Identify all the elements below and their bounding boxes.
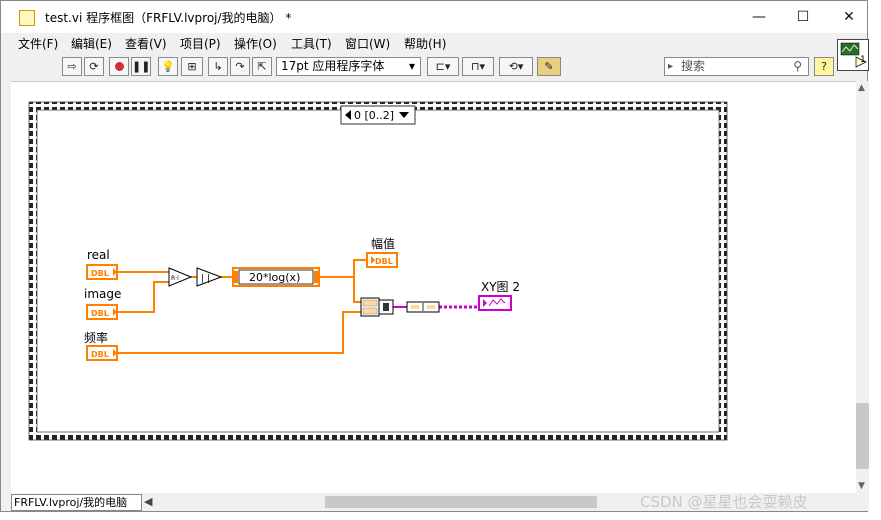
menu-edit[interactable]: 编辑(E) — [71, 35, 112, 52]
scroll-down-icon[interactable]: ▼ — [858, 481, 865, 491]
svg-text:R·i: R·i — [171, 275, 179, 282]
title-bar[interactable]: test.vi 程序框图（FRFLV.lvproj/我的电脑） * — ☐ ✕ — [1, 1, 867, 33]
absolute-value-node[interactable]: | | — [196, 267, 223, 287]
label-image: image — [84, 287, 122, 301]
indicator-mag[interactable]: DBL — [366, 252, 398, 268]
label-real: real — [87, 248, 110, 262]
wire-db — [319, 276, 361, 303]
step-over-icon[interactable]: ↷ — [230, 57, 250, 76]
menu-view[interactable]: 查看(V) — [125, 35, 167, 52]
terminal-real[interactable]: DBL — [86, 264, 118, 280]
vi-icon — [19, 10, 35, 26]
font-select-value: 17pt 应用程序字体 — [281, 59, 385, 73]
reorder-icon[interactable]: ⟲▾ — [499, 57, 533, 76]
svg-text:| |: | | — [201, 274, 210, 284]
block-diagram[interactable]: DBL DBL DBL R·i | | 20*log(x) DBL 0 [0..… — [11, 81, 856, 494]
context-label: FRFLV.lvproj/我的电脑 — [11, 494, 142, 511]
vertical-scrollbar[interactable]: ▲ ▼ — [856, 81, 869, 493]
step-out-icon[interactable]: ⇱ — [252, 57, 272, 76]
align-objects-icon[interactable]: ⊏▾ — [427, 57, 459, 76]
sequence-selector[interactable]: 0 [0..2] — [340, 105, 416, 125]
highlight-execution-icon[interactable]: 💡 — [158, 57, 178, 76]
toolbar: ⇨ ⟳ ❚❚ 💡 ⊞ ↳ ↷ ⇱ 17pt 应用程序字体 ▾ ⊏▾ ⊓▾ ⟲▾ ✎… — [1, 54, 834, 80]
search-icon[interactable]: ⚲ — [793, 58, 802, 75]
menu-bar: 文件(F) 编辑(E) 查看(V) 项目(P) 操作(O) 工具(T) 窗口(W… — [1, 33, 833, 53]
watermark: CSDN @星星也会耍赖皮 — [640, 493, 808, 511]
retain-wire-values-icon[interactable]: ⊞ — [181, 57, 203, 76]
font-select[interactable]: 17pt 应用程序字体 ▾ — [276, 57, 421, 76]
maximize-button[interactable]: ☐ — [789, 7, 817, 27]
distribute-objects-icon[interactable]: ⊓▾ — [462, 57, 494, 76]
terminal-freq-type: DBL — [91, 350, 109, 359]
run-arrow-icon[interactable]: ⇨ — [62, 57, 82, 76]
abort-icon[interactable] — [109, 57, 129, 76]
chevron-down-icon: ▾ — [408, 59, 415, 73]
bundle-node[interactable] — [360, 297, 394, 317]
window-title: test.vi 程序框图（FRFLV.lvproj/我的电脑） * — [45, 11, 292, 25]
terminal-image[interactable]: DBL — [86, 304, 118, 320]
terminal-real-type: DBL — [91, 269, 109, 278]
search-placeholder: 搜索 — [681, 59, 706, 73]
pause-icon[interactable]: ❚❚ — [131, 57, 151, 76]
minimize-button[interactable]: — — [745, 7, 773, 27]
menu-operate[interactable]: 操作(O) — [234, 35, 277, 52]
label-freq: 频率 — [84, 331, 109, 345]
block-diagram-svg: DBL DBL DBL R·i | | 20*log(x) DBL 0 [0..… — [28, 101, 728, 441]
terminal-freq[interactable]: DBL — [86, 345, 118, 361]
menu-help[interactable]: 帮助(H) — [404, 35, 446, 52]
formula-text: 20*log(x) — [249, 271, 300, 284]
labview-window: test.vi 程序框图（FRFLV.lvproj/我的电脑） * — ☐ ✕ … — [0, 0, 869, 512]
label-mag: 幅值 — [371, 237, 396, 251]
build-array-node[interactable] — [406, 301, 440, 313]
re-im-to-complex-node[interactable]: R·i — [168, 267, 193, 287]
connector-pane-icon[interactable]: 1 — [837, 39, 869, 71]
terminal-image-type: DBL — [91, 309, 109, 318]
wire-image — [117, 281, 169, 313]
formula-node[interactable]: 20*log(x) — [232, 267, 320, 287]
horizontal-scroll-thumb[interactable] — [325, 496, 597, 508]
search-input[interactable]: 搜索 ▸ ⚲ — [664, 57, 809, 76]
help-button[interactable]: ? — [814, 57, 834, 76]
menu-file[interactable]: 文件(F) — [18, 35, 58, 52]
clean-up-diagram-icon[interactable]: ✎ — [537, 57, 561, 76]
wire-mag — [353, 259, 367, 277]
menu-tools[interactable]: 工具(T) — [291, 35, 332, 52]
wire-freq — [117, 311, 361, 354]
step-into-icon[interactable]: ↳ — [208, 57, 228, 76]
menu-project[interactable]: 项目(P) — [180, 35, 221, 52]
label-xy-graph: XY图 2 — [481, 280, 521, 294]
run-continuously-icon[interactable]: ⟳ — [84, 57, 104, 76]
selector-icon: ▸ — [668, 61, 674, 72]
connector-index: 1 — [860, 55, 866, 65]
sequence-selector-value: 0 [0..2] — [354, 109, 394, 122]
scroll-left-icon[interactable]: ◀ — [144, 495, 152, 508]
indicator-mag-type: DBL — [375, 257, 393, 266]
close-button[interactable]: ✕ — [835, 7, 863, 27]
scroll-up-icon[interactable]: ▲ — [858, 83, 865, 93]
menu-window[interactable]: 窗口(W) — [345, 35, 390, 52]
indicator-xy-graph[interactable] — [478, 295, 512, 311]
vertical-scroll-thumb[interactable] — [856, 403, 869, 469]
